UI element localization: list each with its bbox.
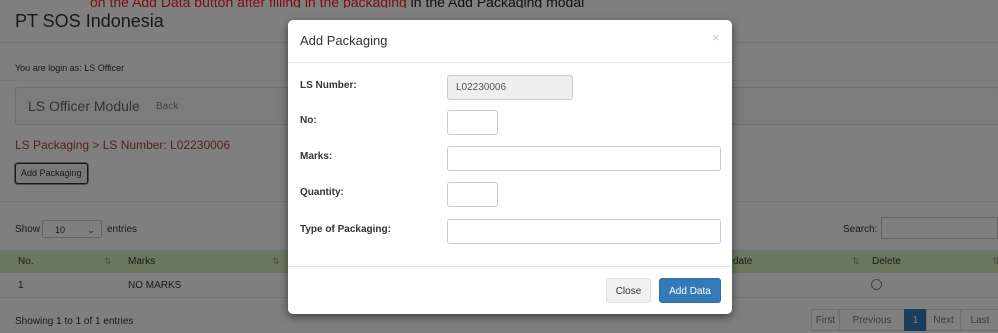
type-of-packaging-field[interactable] <box>447 219 721 244</box>
no-label: No: <box>300 115 317 126</box>
marks-label: Marks: <box>300 151 333 162</box>
marks-field[interactable] <box>447 146 721 171</box>
quantity-label: Quantity: <box>300 187 344 198</box>
ls-number-field[interactable]: L02230006 <box>447 75 573 100</box>
type-of-packaging-label: Type of Packaging: <box>300 224 391 235</box>
modal-header-divider <box>288 62 732 63</box>
no-field[interactable] <box>447 110 498 135</box>
modal-title: Add Packaging <box>300 33 388 48</box>
add-packaging-modal: Add Packaging × LS Number: L02230006 No:… <box>288 20 732 314</box>
modal-footer-divider <box>288 266 732 267</box>
close-icon[interactable]: × <box>712 30 720 45</box>
quantity-field[interactable] <box>447 182 498 207</box>
add-data-button[interactable]: Add Data <box>659 278 721 303</box>
close-button[interactable]: Close <box>606 278 651 303</box>
ls-number-label: LS Number: <box>300 80 357 91</box>
